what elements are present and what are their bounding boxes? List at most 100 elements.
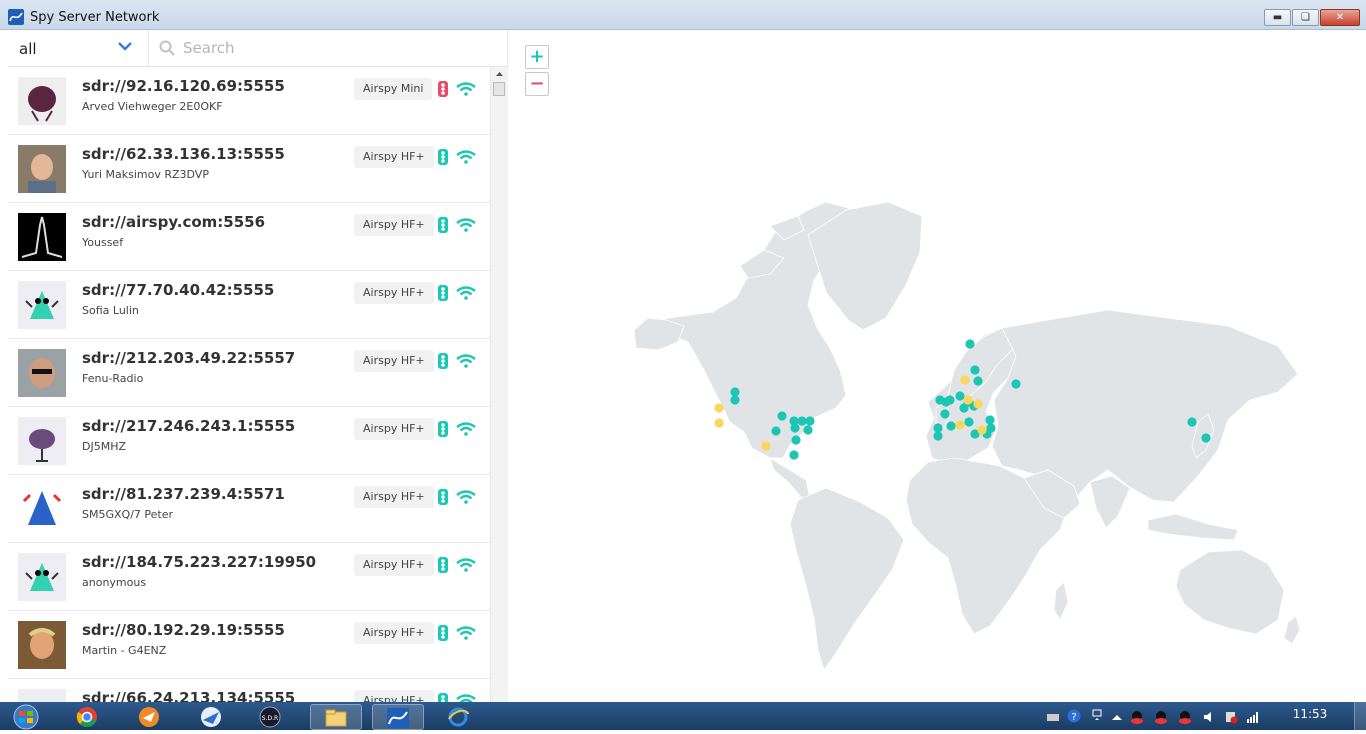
server-marker[interactable] [730, 387, 740, 397]
server-marker[interactable] [730, 395, 740, 405]
server-marker[interactable] [777, 411, 787, 421]
qq-icon[interactable] [1130, 710, 1144, 724]
server-marker[interactable] [985, 415, 995, 425]
server-row[interactable]: sdr://62.33.136.13:5555 Yuri Maksimov RZ3… [8, 135, 490, 203]
server-row[interactable]: sdr://77.70.40.42:5555 Sofia Lulin Airspy … [8, 271, 490, 339]
filter-selected-value: all [19, 40, 37, 58]
restore-tray-icon[interactable] [1090, 708, 1104, 722]
taskbar-chrome[interactable] [62, 704, 114, 730]
indonesia [1147, 513, 1239, 541]
server-host: sdr://81.237.239.4:5571 [82, 485, 285, 503]
taskbar-explorer[interactable] [310, 704, 362, 730]
avatar [18, 621, 66, 669]
world-map[interactable]: + − [508, 30, 1366, 702]
server-marker[interactable] [955, 420, 965, 430]
server-marker[interactable] [955, 391, 965, 401]
server-marker[interactable] [789, 450, 799, 460]
server-host: sdr://184.75.223.227:19950 [82, 553, 317, 571]
scrollbar[interactable] [490, 67, 508, 702]
device-badge: Airspy HF+ [354, 214, 434, 236]
server-marker[interactable] [973, 399, 983, 409]
world-map-canvas[interactable] [508, 30, 1366, 702]
maximize-button[interactable]: ❏ [1292, 9, 1319, 26]
server-marker[interactable] [797, 416, 807, 426]
taskbar-clock[interactable]: 11:53 [1285, 707, 1335, 721]
start-button[interactable] [6, 704, 46, 730]
server-row[interactable]: sdr://184.75.223.227:19950 anonymous Airsp… [8, 543, 490, 611]
traffic-light-icon [438, 421, 448, 437]
wifi-icon [456, 82, 476, 96]
taskbar-app-plane[interactable] [186, 704, 238, 730]
keyboard-icon[interactable] [1046, 710, 1060, 724]
signal-icon[interactable] [1246, 710, 1260, 724]
show-desktop-button[interactable] [1354, 702, 1366, 730]
server-marker[interactable] [933, 423, 943, 433]
server-marker[interactable] [714, 403, 724, 413]
server-marker[interactable] [933, 431, 943, 441]
australia [1175, 549, 1285, 635]
taskbar-app-bird[interactable] [124, 704, 176, 730]
server-marker[interactable] [714, 418, 724, 428]
server-marker[interactable] [964, 417, 974, 427]
server-marker[interactable] [960, 375, 970, 385]
server-owner: DJ5MHZ [82, 440, 127, 453]
server-marker[interactable] [963, 395, 973, 405]
server-row[interactable]: sdr://217.246.243.1:5555 DJ5MHZ Airspy HF+ [8, 407, 490, 475]
avatar [18, 213, 66, 261]
scroll-up-arrow-icon[interactable] [491, 67, 508, 81]
spy-server-icon [387, 708, 409, 728]
filter-dropdown[interactable]: all [8, 30, 149, 66]
taskbar-spy-server[interactable] [372, 704, 424, 730]
qq-icon-3[interactable] [1178, 710, 1192, 724]
chevron-down-icon [118, 42, 132, 51]
zoom-out-button[interactable]: − [525, 72, 549, 96]
server-marker[interactable] [791, 435, 801, 445]
server-marker[interactable] [946, 421, 956, 431]
server-marker[interactable] [970, 365, 980, 375]
server-owner: anonymous [82, 576, 147, 589]
search-input[interactable] [183, 36, 483, 60]
server-marker[interactable] [790, 423, 800, 433]
device-badge: Airspy Mini [354, 78, 433, 100]
taskbar-ie[interactable] [433, 704, 485, 730]
network-error-icon[interactable] [1224, 710, 1238, 724]
traffic-light-icon [438, 693, 448, 702]
server-marker[interactable] [761, 441, 771, 451]
server-marker[interactable] [986, 423, 996, 433]
server-marker[interactable] [977, 425, 987, 435]
server-owner: Yuri Maksimov RZ3DVP [82, 168, 209, 181]
volume-icon[interactable] [1202, 710, 1216, 724]
server-row[interactable]: sdr://66.24.213.134:5555 Airspy HF+ [8, 679, 490, 702]
app-icon [8, 9, 24, 25]
server-marker[interactable] [771, 426, 781, 436]
taskbar-app-sdr[interactable]: S.D.R [245, 704, 297, 730]
internet-explorer-icon [448, 707, 469, 727]
close-button[interactable]: ✕ [1320, 9, 1360, 26]
server-marker[interactable] [803, 425, 813, 435]
server-marker[interactable] [945, 395, 955, 405]
wifi-icon [456, 150, 476, 164]
server-marker[interactable] [940, 409, 950, 419]
device-badge: Airspy HF+ [354, 418, 434, 440]
server-row[interactable]: sdr://212.203.49.22:5557 Fenu-Radio Airspy… [8, 339, 490, 407]
server-marker[interactable] [1187, 417, 1197, 427]
server-marker[interactable] [973, 376, 983, 386]
server-marker[interactable] [805, 416, 815, 426]
qq-icon-2[interactable] [1154, 710, 1168, 724]
server-row[interactable]: sdr://81.237.239.4:5571 SM5GXQ/7 Peter Air… [8, 475, 490, 543]
server-row[interactable]: sdr://80.192.29.19:5555 Martin - G4ENZ Air… [8, 611, 490, 679]
help-icon[interactable]: ? [1067, 709, 1081, 723]
server-marker[interactable] [959, 403, 969, 413]
traffic-light-icon [438, 149, 448, 165]
server-marker[interactable] [1011, 379, 1021, 389]
server-row[interactable]: sdr://92.16.120.69:5555 Arved Viehweger 2… [8, 67, 490, 135]
scroll-thumb[interactable] [493, 82, 505, 96]
avatar [18, 145, 66, 193]
server-marker[interactable] [965, 339, 975, 349]
server-marker[interactable] [1201, 433, 1211, 443]
avatar [18, 689, 66, 702]
server-row[interactable]: sdr://airspy.com:5556 Youssef Airspy HF+ [8, 203, 490, 271]
minimize-button[interactable]: ▬ [1264, 9, 1291, 26]
show-hidden-icons[interactable] [1110, 710, 1124, 724]
zoom-in-button[interactable]: + [525, 45, 549, 69]
